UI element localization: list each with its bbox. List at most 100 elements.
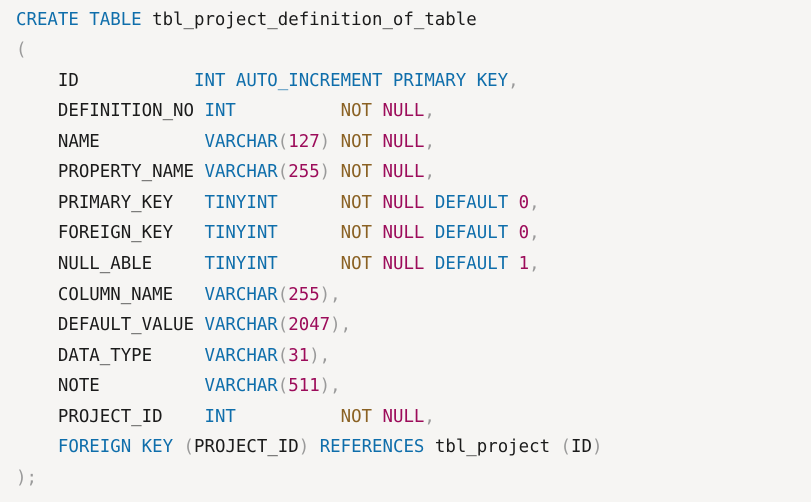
code-token: DEFINITION_NO [16,101,205,121]
code-line: PROPERTY_NAME VARCHAR(255) NOT NULL, [16,160,435,184]
code-token: DEFAULT_VALUE [16,315,205,335]
code-token: ), [330,315,352,335]
code-line: PRIMARY_KEY TINYINT NOT NULL DEFAULT 0, [16,191,540,215]
code-line: FOREIGN KEY (PROJECT_ID) REFERENCES tbl_… [16,435,603,459]
code-token: VARCHAR [204,162,278,182]
code-line: ID INT AUTO_INCREMENT PRIMARY KEY, [16,69,519,93]
code-token: ( [16,40,27,60]
code-token: , [424,101,435,121]
code-token: FOREIGN KEY [57,437,174,457]
code-token: tbl_project_definition_of_table [141,10,477,30]
code-line: DEFINITION_NO INT NOT NULL, [16,99,435,123]
code-line: ( [16,38,26,62]
code-token: ) [319,162,331,182]
code-token: NOT [340,193,373,213]
code-token: ( [277,346,289,366]
code-token: PROJECT_ID [16,407,205,427]
code-token: ) [591,437,603,457]
code-token: TINYINT [204,223,278,243]
code-token: VARCHAR [204,285,278,305]
code-token: ), [319,376,341,396]
code-token: ( [277,285,289,305]
code-token: ), [309,346,331,366]
code-token: ), [319,285,341,305]
code-token: DEFAULT [434,193,509,213]
code-token: , [529,223,540,243]
code-token: NOT [340,223,373,243]
code-line: NOTE VARCHAR(511), [16,374,341,398]
code-token: ( [277,376,289,396]
code-token: NULL [382,193,425,213]
code-line: PROJECT_ID INT NOT NULL, [16,405,435,429]
code-token: FOREIGN_KEY [16,223,205,243]
code-token: DATA_TYPE [16,346,205,366]
code-token: NULL [382,132,425,152]
code-token: ( [183,437,195,457]
code-token: , [424,132,435,152]
code-token: NULL [382,101,425,121]
code-token: 511 [288,376,320,396]
code-token: REFERENCES [319,437,425,457]
code-token: , [508,71,519,91]
code-token: NULL [382,223,425,243]
code-token: NOT [340,162,373,182]
code-token: NOT [340,132,373,152]
code-line: CREATE TABLE tbl_project_definition_of_t… [16,8,477,32]
code-token: PRIMARY_KEY [16,193,205,213]
code-token: VARCHAR [204,315,278,335]
code-token: ); [16,468,37,488]
code-token: ( [277,132,289,152]
sql-code-block: CREATE TABLE tbl_project_definition_of_t… [0,0,811,502]
code-token: , [529,193,540,213]
code-token: , [424,162,435,182]
code-token: VARCHAR [204,376,278,396]
code-token: 2047 [288,315,331,335]
code-token: INT [204,407,236,427]
code-token: ) [319,132,331,152]
code-line: DEFAULT_VALUE VARCHAR(2047), [16,313,351,337]
code-line: NULL_ABLE TINYINT NOT NULL DEFAULT 1, [16,252,540,276]
code-token: 0 [518,193,530,213]
code-line: NAME VARCHAR(127) NOT NULL, [16,130,435,154]
code-token: INT [204,101,236,121]
code-token: NOT [340,101,373,121]
code-token: NOTE [16,376,205,396]
code-token: tbl_project [424,437,561,457]
code-token: PROPERTY_NAME [16,162,205,182]
code-token: NULL [382,407,425,427]
code-token: 255 [288,285,320,305]
code-token: ( [277,162,289,182]
code-token: TINYINT [204,254,278,274]
code-token: 0 [518,223,530,243]
code-token: NOT [340,407,373,427]
code-token: VARCHAR [204,346,278,366]
code-token: ID [571,437,592,457]
code-line: FOREIGN_KEY TINYINT NOT NULL DEFAULT 0, [16,221,540,245]
code-token: VARCHAR [204,132,278,152]
code-line: ); [16,466,37,490]
code-token: 255 [288,162,320,182]
code-token: NAME [16,132,205,152]
code-line: COLUMN_NAME VARCHAR(255), [16,283,341,307]
